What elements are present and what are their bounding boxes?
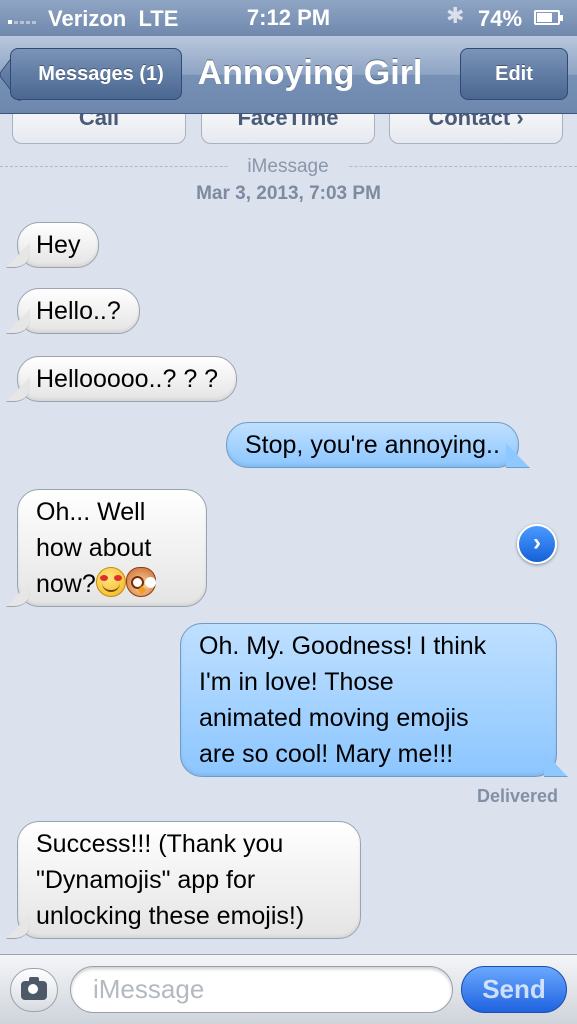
conversation-title: Annoying Girl — [197, 54, 423, 92]
back-button[interactable]: Messages (1) — [10, 48, 182, 100]
message-line: "Dynamojis" app for — [36, 866, 256, 894]
message-bubble-incoming[interactable]: Hey — [17, 222, 100, 268]
facetime-button[interactable]: FaceTime — [201, 114, 375, 144]
message-line: Success!!! (Thank you — [36, 830, 284, 858]
message-line: I'm in love! Those — [199, 668, 394, 696]
message-bubble-outgoing[interactable]: Stop, you're annoying.. — [226, 422, 519, 468]
back-button-label: Messages (1) — [38, 62, 164, 85]
detail-disclosure-icon[interactable]: › — [517, 524, 557, 564]
battery-percent: 74% — [478, 6, 523, 31]
edit-button[interactable]: Edit — [460, 48, 568, 100]
send-button[interactable]: Send — [461, 966, 567, 1013]
contact-button-label: Contact — [428, 114, 511, 130]
navigation-bar: Messages (1) Annoying Girl Edit — [0, 36, 577, 114]
camera-icon — [21, 976, 47, 1000]
message-bubble-outgoing[interactable]: Oh. My. Goodness! I think I'm in love! T… — [180, 623, 557, 777]
message-line: Oh... Well — [36, 498, 146, 526]
service-label: iMessage — [228, 156, 348, 178]
message-bubble-incoming[interactable]: Success!!! (Thank you "Dynamojis" app fo… — [17, 821, 361, 939]
message-line: are so cool! Mary me!!! — [199, 740, 454, 768]
status-bar: Verizon LTE 7:12 PM ✱ 74% — [0, 0, 577, 36]
camera-button[interactable] — [10, 968, 58, 1012]
timestamp: Mar 3, 2013, 7:03 PM — [196, 183, 381, 204]
message-line: now? — [36, 566, 188, 602]
message-bubble-incoming[interactable]: Hello..? — [17, 288, 140, 334]
contact-actions: Call FaceTime Contact › — [0, 114, 577, 146]
message-line-text: now? — [36, 570, 96, 598]
message-bubble-incoming[interactable]: Oh... Well how about now? — [17, 489, 207, 607]
call-button[interactable]: Call — [12, 114, 186, 144]
message-line: animated moving emojis — [199, 704, 469, 732]
smiling-face-emoji-icon — [95, 567, 126, 597]
chevron-right-icon: › — [516, 114, 524, 130]
battery-icon — [534, 10, 563, 25]
message-line: Oh. My. Goodness! I think — [199, 632, 487, 660]
compose-bar: Send — [0, 954, 577, 1024]
message-bubble-incoming[interactable]: Hellooooo..? ? ? — [17, 356, 238, 402]
message-line: unlocking these emojis!) — [36, 902, 305, 930]
message-line: how about — [36, 534, 152, 562]
message-input[interactable] — [70, 966, 453, 1013]
edit-button-label: Edit — [495, 62, 533, 85]
delivery-status: Delivered — [476, 786, 558, 806]
bluetooth-icon: ✱ — [446, 3, 465, 28]
contact-button[interactable]: Contact › — [389, 114, 563, 144]
owl-emoji-icon — [125, 567, 156, 597]
